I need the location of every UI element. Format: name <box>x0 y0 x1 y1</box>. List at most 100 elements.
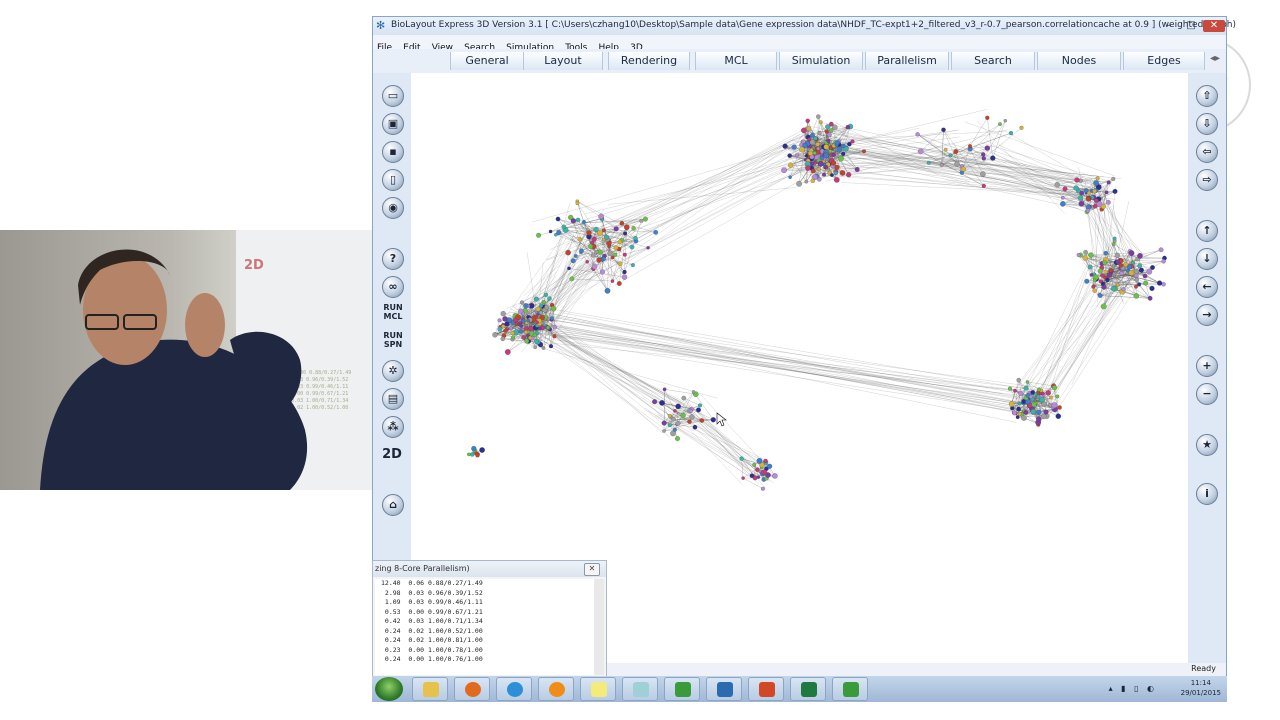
graph-node <box>1008 401 1015 407</box>
taskbar-powerpoint[interactable] <box>748 677 784 701</box>
taskbar-firefox[interactable] <box>454 677 490 701</box>
tab-layout[interactable]: Layout <box>523 52 603 70</box>
arrow-right-icon[interactable]: ⇨ <box>1196 169 1218 191</box>
graph-node <box>1049 395 1053 400</box>
star-icon[interactable]: ★ <box>1196 434 1218 456</box>
home-icon[interactable]: ⌂ <box>382 494 404 516</box>
graph-node <box>601 256 606 261</box>
graph-node <box>830 173 834 177</box>
arrow-left-icon[interactable]: ⇦ <box>1196 141 1218 163</box>
graph-node <box>1100 203 1106 210</box>
graph-edge <box>540 325 682 405</box>
taskbar-internet-explorer[interactable] <box>496 677 532 701</box>
mode-2d-button[interactable]: 2D <box>379 443 405 467</box>
graph-node <box>541 346 546 350</box>
taskbar-camtasia[interactable] <box>664 677 700 701</box>
graph-node <box>1018 390 1024 396</box>
title-bar[interactable]: ✻ BioLayout Express 3D Version 3.1 [ C:\… <box>373 17 1236 35</box>
graph-node <box>1057 405 1062 410</box>
graph-node <box>1143 280 1149 286</box>
graph-node <box>941 127 946 132</box>
tab-search[interactable]: Search <box>951 52 1035 70</box>
console-close-button[interactable]: ✕ <box>584 563 600 576</box>
graph-node <box>823 144 830 150</box>
zoom-in-icon[interactable]: + <box>1196 355 1218 377</box>
graph-node <box>761 469 767 476</box>
tab-mcl[interactable]: MCL <box>695 52 777 70</box>
open-recent-icon[interactable]: ▣ <box>382 113 404 135</box>
graph-edge <box>612 147 836 246</box>
taskbar-sticky-notes[interactable] <box>580 677 616 701</box>
graph-node <box>834 140 840 146</box>
graph-node <box>697 403 703 408</box>
system-tray-icons[interactable]: ▴ ▮ ▯ ◐ <box>1109 684 1157 693</box>
tab-rendering[interactable]: Rendering <box>608 52 690 70</box>
run-spn-button[interactable]: RUN SPN <box>380 331 406 355</box>
binoculars-icon[interactable]: ∞ <box>382 276 404 298</box>
arrow-up-icon[interactable]: ⇧ <box>1196 85 1218 107</box>
graph-node <box>510 331 515 336</box>
graph-node <box>475 453 480 458</box>
camera-icon[interactable]: ◉ <box>382 197 404 219</box>
graph-node <box>602 228 606 233</box>
rotate-down-icon[interactable]: ↓ <box>1196 248 1218 270</box>
info-icon[interactable]: i <box>1196 483 1218 505</box>
graph-node <box>624 224 630 231</box>
graph-node <box>535 320 539 325</box>
arrow-down-icon[interactable]: ⇩ <box>1196 113 1218 135</box>
maximize-button[interactable]: □ <box>1181 20 1201 32</box>
tab-parallelism[interactable]: Parallelism <box>865 52 949 70</box>
rotate-up-icon[interactable]: ↑ <box>1196 220 1218 242</box>
graph-node <box>1119 271 1124 276</box>
graph-node <box>1025 380 1030 384</box>
graph-node <box>828 121 834 127</box>
taskbar-excel[interactable] <box>790 677 826 701</box>
graph-node <box>772 473 778 479</box>
close-button[interactable]: ✕ <box>1203 20 1225 32</box>
graph-edge <box>666 405 759 478</box>
layout-panel-icon[interactable]: ▤ <box>382 388 404 410</box>
zoom-out-icon[interactable]: − <box>1196 383 1218 405</box>
taskbar-media-player[interactable] <box>538 677 574 701</box>
tab-edges[interactable]: Edges <box>1123 52 1205 70</box>
help-icon[interactable]: ? <box>382 248 404 270</box>
graph-node <box>556 230 562 236</box>
graph-edge <box>539 310 1049 418</box>
start-button[interactable] <box>375 677 403 701</box>
graph-layout-icon[interactable]: ⁂ <box>382 416 404 438</box>
graph-node <box>598 213 604 220</box>
graph-node <box>839 170 846 176</box>
tab-scroll-arrows[interactable]: ◂▸ <box>1210 53 1220 64</box>
graph-node <box>520 300 524 305</box>
minimize-button[interactable]: – <box>1159 20 1179 32</box>
run-mcl-button[interactable]: RUN MCL <box>380 303 406 327</box>
graph-node <box>1055 394 1060 399</box>
document-icon[interactable]: ▯ <box>382 169 404 191</box>
console-header[interactable]: zing 8-Core Parallelism) ✕ <box>373 561 606 577</box>
graph-node <box>1119 258 1124 263</box>
settings-gear-icon[interactable]: ✲ <box>382 360 404 382</box>
tab-general[interactable]: General <box>450 52 524 70</box>
system-clock[interactable]: 11:14 29/01/2015 <box>1181 678 1221 698</box>
rotate-right-icon[interactable]: → <box>1196 304 1218 326</box>
graph-node <box>646 246 650 250</box>
graph-node <box>565 249 571 256</box>
save-icon[interactable]: ▪ <box>382 141 404 163</box>
tab-nodes[interactable]: Nodes <box>1037 52 1121 70</box>
tab-simulation[interactable]: Simulation <box>779 52 863 70</box>
graph-node <box>1036 409 1042 415</box>
graph-node <box>812 174 818 180</box>
taskbar-camtasia-recorder[interactable] <box>832 677 868 701</box>
graph-node <box>1150 265 1155 270</box>
graph-node <box>523 326 529 331</box>
taskbar-snipping[interactable] <box>622 677 658 701</box>
rotate-left-icon[interactable]: ← <box>1196 276 1218 298</box>
graph-edge <box>595 130 813 236</box>
open-folder-icon[interactable]: ▭ <box>382 85 404 107</box>
taskbar-explorer[interactable] <box>412 677 448 701</box>
graph-node <box>548 344 554 349</box>
graph-node <box>915 132 920 137</box>
taskbar-biolayout[interactable] <box>706 677 742 701</box>
graph-node <box>710 417 716 423</box>
console-scrollbar[interactable] <box>594 579 604 675</box>
